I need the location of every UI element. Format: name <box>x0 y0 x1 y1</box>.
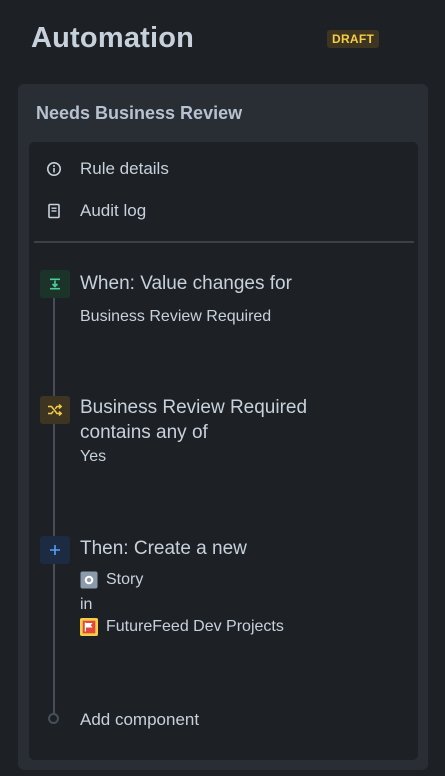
page-title: Automation <box>31 22 195 54</box>
issue-type-label: Story <box>106 571 144 588</box>
trigger-title[interactable]: When: Value changes for <box>80 271 292 297</box>
rule-details-item[interactable]: Rule details <box>29 154 418 184</box>
trigger-icon[interactable] <box>40 270 70 298</box>
project-flag-icon <box>80 618 98 636</box>
action-preposition: in <box>80 596 93 613</box>
add-component-dot <box>48 713 59 724</box>
page-header: Automation DRAFT <box>0 0 445 80</box>
condition-title-line2[interactable]: contains any of <box>80 420 208 446</box>
shuffle-icon[interactable] <box>40 396 70 424</box>
rule-card: Needs Business Review Rule details Audit… <box>18 84 428 770</box>
timeline-line <box>53 284 55 714</box>
status-badge: DRAFT <box>327 30 380 48</box>
project-label: FutureFeed Dev Projects <box>106 618 284 635</box>
issue-type: Story <box>80 571 143 589</box>
add-component-button[interactable]: Add component <box>80 710 199 730</box>
story-icon <box>80 571 98 589</box>
condition-title-line1[interactable]: Business Review Required <box>80 395 307 421</box>
project: FutureFeed Dev Projects <box>80 618 284 636</box>
trigger-field: Business Review Required <box>80 308 272 325</box>
audit-log-item[interactable]: Audit log <box>29 196 418 226</box>
audit-log-label: Audit log <box>80 201 147 220</box>
rule-name: Needs Business Review <box>36 103 243 123</box>
rule-details-label: Rule details <box>80 159 169 178</box>
info-icon <box>46 161 62 177</box>
rule-panel: Rule details Audit log When: Value chang <box>29 142 418 760</box>
plus-icon[interactable] <box>40 536 70 564</box>
divider <box>34 241 414 243</box>
action-title[interactable]: Then: Create a new <box>80 536 247 562</box>
condition-value: Yes <box>80 448 107 465</box>
document-icon <box>46 203 62 219</box>
